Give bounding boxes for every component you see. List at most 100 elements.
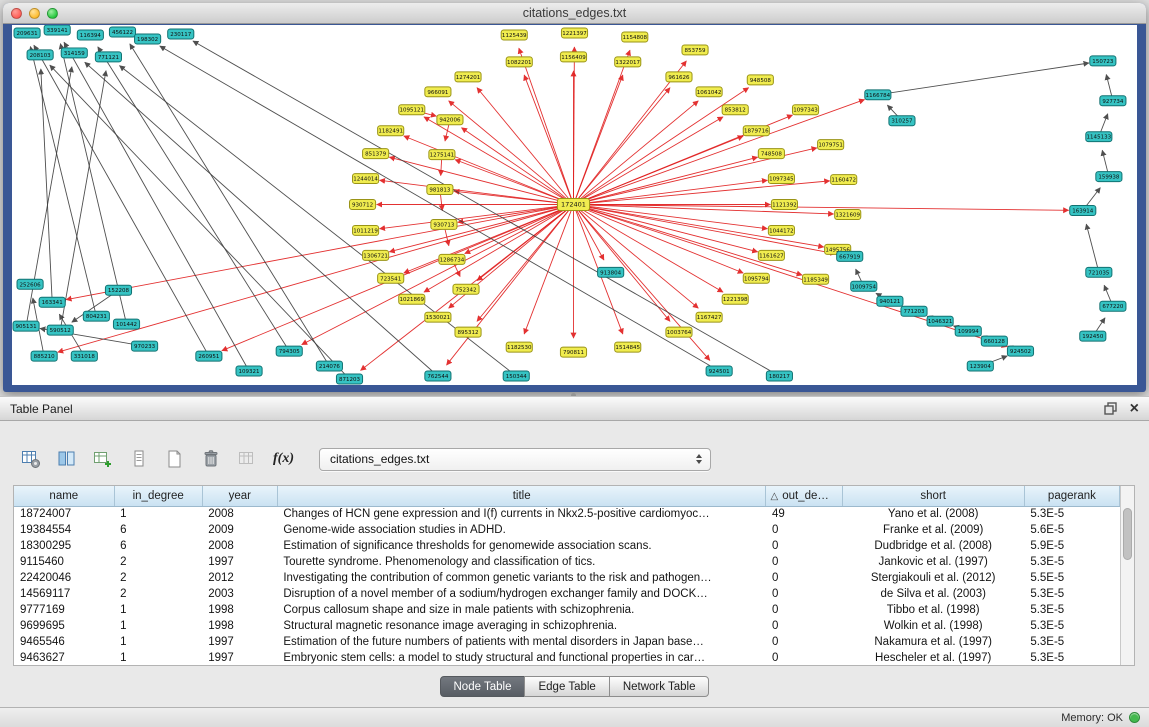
network-node[interactable]: 192450 [1080,331,1106,341]
table-cell[interactable]: 9699695 [14,618,114,634]
table-cell[interactable]: 0 [766,586,842,602]
table-cell[interactable]: 1 [114,634,202,650]
network-node[interactable]: 913804 [598,267,624,277]
table-cell[interactable]: 1 [114,506,202,522]
tab-network-table[interactable]: Network Table [609,676,710,697]
table-row[interactable]: 1872400712008Changes of HCN gene express… [14,506,1120,522]
network-node[interactable]: 314159 [61,48,87,58]
network-node[interactable]: 180217 [766,371,792,381]
network-node[interactable]: 1145133 [1086,132,1112,142]
table-cell[interactable]: 0 [766,634,842,650]
network-node[interactable]: 1095121 [399,105,425,115]
show-columns-button[interactable] [54,446,80,472]
table-cell[interactable]: Tibbo et al. (1998) [842,602,1024,618]
network-node[interactable]: 940121 [877,296,903,306]
column-header-pagerank[interactable]: pagerank [1024,486,1119,506]
table-cell[interactable]: 5.6E-5 [1024,522,1119,538]
network-node[interactable]: 150723 [1090,56,1116,66]
table-cell[interactable]: 5.3E-5 [1024,554,1119,570]
network-node[interactable]: 116394 [77,30,103,40]
table-cell[interactable]: Franke et al. (2009) [842,522,1024,538]
network-node[interactable]: 851379 [363,149,389,159]
network-node[interactable]: 1530021 [425,312,451,322]
float-panel-icon[interactable] [1104,402,1117,415]
network-node[interactable]: 771121 [95,52,121,62]
network-node[interactable]: 1160472 [831,175,857,185]
table-cell[interactable]: 9115460 [14,554,114,570]
table-cell[interactable]: Investigating the contribution of common… [277,570,766,586]
network-node[interactable]: 1182491 [378,126,404,136]
network-node[interactable]: 1244014 [353,174,379,184]
column-header-name[interactable]: name [14,486,114,506]
network-node[interactable]: 1221397 [561,28,587,38]
network-node[interactable]: 109321 [236,366,262,376]
network-node[interactable]: 721035 [1086,267,1112,277]
network-node[interactable]: 1154808 [622,32,648,42]
table-cell[interactable]: 0 [766,602,842,618]
network-node[interactable]: 1079751 [818,140,844,150]
network-node[interactable]: 260951 [196,351,222,361]
network-node[interactable]: 1046321 [927,316,953,326]
table-cell[interactable]: 1997 [202,634,277,650]
table-cell[interactable]: 5.3E-5 [1024,506,1119,522]
network-node[interactable]: 804231 [83,311,109,321]
table-select-dropdown[interactable]: citations_edges.txt [319,448,711,471]
network-node[interactable]: 310257 [889,116,915,126]
network-node[interactable]: 667919 [837,251,863,261]
table-cell[interactable]: 1997 [202,650,277,666]
table-cell[interactable]: Wolkin et al. (1998) [842,618,1024,634]
network-node[interactable]: 1879716 [743,126,769,136]
network-node[interactable]: 339141 [44,25,70,35]
column-header-in-degree[interactable]: in_degree [114,486,202,506]
tab-edge-table[interactable]: Edge Table [524,676,609,697]
table-cell[interactable]: 0 [766,570,842,586]
network-node[interactable]: 209631 [14,28,40,38]
table-cell[interactable]: Yano et al. (2008) [842,506,1024,522]
table-row[interactable]: 2242004622012Investigating the contribut… [14,570,1120,586]
network-node[interactable]: 885210 [31,351,57,361]
table-cell[interactable]: 2008 [202,538,277,554]
function-builder-button[interactable]: f(x) [270,446,297,472]
table-cell[interactable]: 2009 [202,522,277,538]
network-node[interactable]: 1182530 [506,342,532,352]
table-cell[interactable]: 1 [114,650,202,666]
table-cell[interactable]: Changes of HCN gene expression and I(f) … [277,506,766,522]
network-node[interactable]: 1274201 [455,72,481,82]
network-node[interactable]: 1156409 [560,52,586,62]
table-cell[interactable]: 0 [766,650,842,666]
network-node[interactable]: 1095794 [743,273,769,283]
zoom-window-button[interactable] [47,8,58,19]
network-node[interactable]: 948508 [747,75,773,85]
network-node[interactable]: 1161627 [758,250,784,260]
table-cell[interactable]: 9463627 [14,650,114,666]
table-cell[interactable]: Tourette syndrome. Phenomenology and cla… [277,554,766,570]
table-cell[interactable]: 2 [114,586,202,602]
network-node[interactable]: 1021869 [399,294,425,304]
network-node[interactable]: 871203 [336,374,362,384]
scrollbar-thumb[interactable] [1123,508,1132,560]
table-cell[interactable]: 19384554 [14,522,114,538]
table-cell[interactable]: 14569117 [14,586,114,602]
network-node[interactable]: 1514845 [615,342,641,352]
table-cell[interactable]: 1 [114,602,202,618]
table-cell[interactable]: 1997 [202,554,277,570]
network-window-titlebar[interactable]: citations_edges.txt [3,3,1146,24]
table-cell[interactable]: Embryonic stem cells: a model to study s… [277,650,766,666]
network-node[interactable]: 1321609 [835,209,861,219]
network-node[interactable]: 150344 [503,371,529,381]
tab-node-table[interactable]: Node Table [440,676,526,697]
table-cell[interactable]: 5.3E-5 [1024,586,1119,602]
network-node[interactable]: 331018 [71,351,97,361]
close-window-button[interactable] [11,8,22,19]
network-node[interactable]: 930712 [350,200,376,210]
table-row[interactable]: 1456911722003Disruption of a novel membe… [14,586,1120,602]
network-node[interactable]: 159938 [1096,172,1122,182]
column-header-out-de-[interactable]: △out_de… [766,486,842,506]
table-cell[interactable]: Jankovic et al. (1997) [842,554,1024,570]
new-column-button[interactable] [126,446,152,472]
table-cell[interactable]: 49 [766,506,842,522]
network-node[interactable]: 1061042 [696,87,722,97]
network-node[interactable]: 966091 [425,87,451,97]
network-node[interactable]: 961626 [666,72,692,82]
network-node[interactable]: 1044172 [768,225,794,235]
